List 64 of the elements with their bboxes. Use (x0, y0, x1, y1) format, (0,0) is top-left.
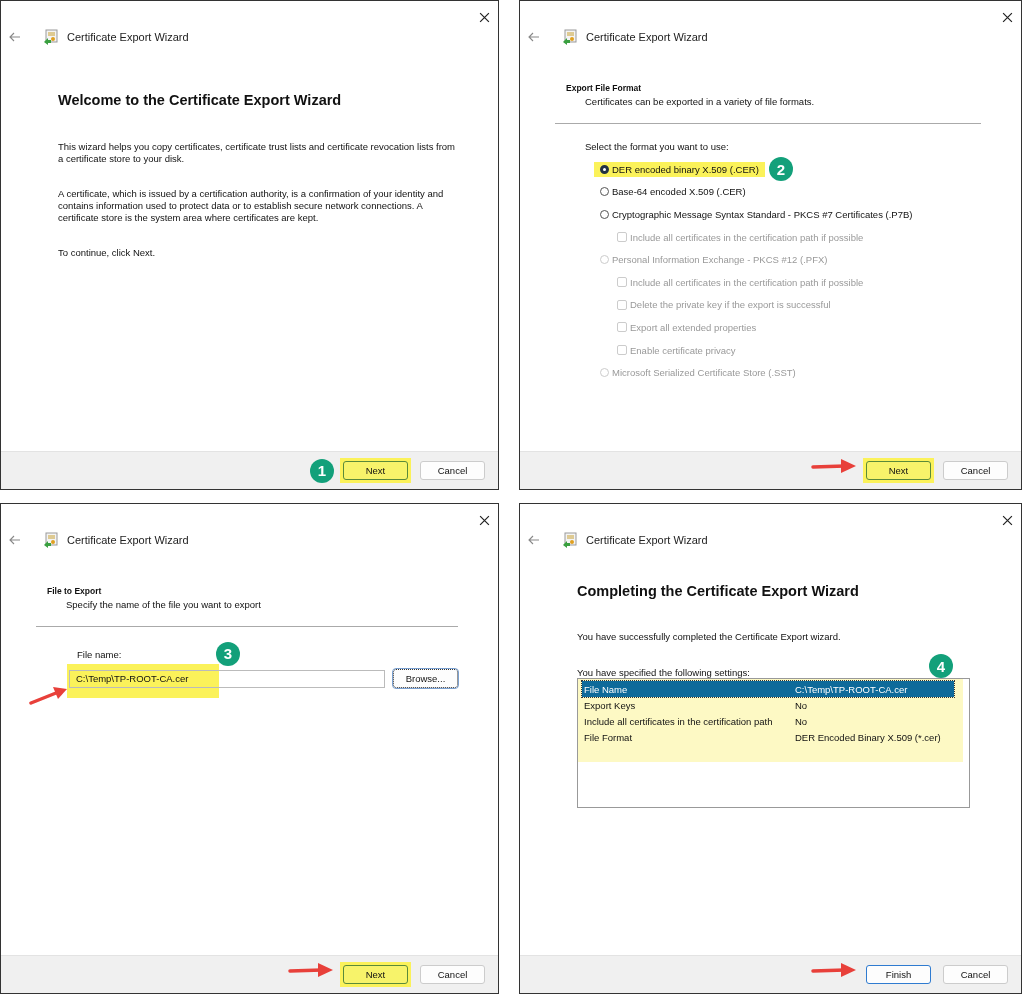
option-label: Enable certificate privacy (630, 344, 736, 356)
option-label: Base-64 encoded X.509 (.CER) (612, 186, 746, 198)
file-name-field[interactable]: C:\Temp\TP-ROOT-CA.cer (69, 669, 385, 688)
setting-value: DER Encoded Binary X.509 (*.cer) (795, 731, 941, 743)
step-badge: 1 (310, 458, 334, 483)
certificate-icon (562, 532, 578, 548)
window-title: Certificate Export Wizard (586, 534, 708, 546)
option-label: Export all extended properties (630, 321, 757, 333)
wizard-button[interactable]: Next (866, 461, 931, 480)
settings-label: You have specified the following settings: (577, 667, 750, 678)
wizard-button[interactable]: Cancel (420, 965, 485, 984)
wizard-button[interactable]: Finish (866, 965, 931, 984)
step-badge: 2 (768, 157, 793, 182)
close-icon[interactable] (1002, 515, 1013, 526)
section-subtitle: Specify the name of the file you want to export (66, 599, 262, 610)
field-label: File name: (77, 649, 122, 660)
radio-button[interactable] (600, 210, 609, 219)
paragraph: A certificate, which is issued by a certification authority, is a confirmation of your identity and contains information used to protect data or to establish secure network connections. A certificate store is the system area where certificates are kept. (58, 188, 445, 224)
setting-name: File Name (584, 683, 629, 695)
step-badge: 3 (216, 641, 240, 666)
wizard-heading: Welcome to the Certificate Export Wizard (58, 92, 343, 108)
option-label: Cryptographic Message Syntax Standard - PKCS #7 Certificates (.P7B) (612, 209, 913, 220)
close-icon[interactable] (479, 515, 490, 526)
setting-name: Include all certificates in the certification path (584, 715, 774, 727)
option-label: Delete the private key if the export is successful (630, 299, 831, 311)
back-arrow-icon[interactable] (528, 535, 540, 545)
setting-value: No (795, 715, 808, 727)
section-title: File to Export (47, 586, 103, 596)
wizard-button[interactable]: Next (343, 965, 408, 984)
option-label: Include all certificates in the certification path if possible (630, 231, 864, 243)
setting-value: C:\Temp\TP-ROOT-CA.cer (795, 683, 908, 695)
wizard-heading: Completing the Certificate Export Wizard (577, 583, 860, 599)
window-title: Certificate Export Wizard (67, 31, 189, 43)
option-label: Personal Information Exchange - PKCS #12 (.PFX) (612, 254, 828, 266)
wizard-button[interactable]: Cancel (943, 461, 1008, 480)
setting-name: Export Keys (584, 699, 637, 711)
section-subtitle: Certificates can be exported in a variety of file formats. (585, 96, 816, 107)
paragraph: To continue, click Next. (58, 247, 157, 259)
setting-value: No (795, 699, 808, 711)
close-icon[interactable] (1002, 12, 1013, 23)
format-prompt: Select the format you want to use: (585, 141, 730, 152)
completion-text: You have successfully completed the Certificate Export wizard. (577, 631, 842, 642)
wizard-button[interactable]: Next (343, 461, 408, 480)
radio-button[interactable] (600, 164, 609, 174)
back-arrow-icon[interactable] (528, 32, 540, 42)
window-title: Certificate Export Wizard (586, 31, 708, 43)
certificate-icon (43, 532, 59, 548)
paragraph: This wizard helps you copy certificates, certificate trust lists and certificate revocation lists from a certificate store to your disk. (58, 141, 457, 165)
option-label: Include all certificates in the certification path if possible (630, 276, 864, 288)
back-arrow-icon[interactable] (9, 32, 21, 42)
option-label: Microsoft Serialized Certificate Store (.SST) (612, 367, 796, 379)
browse-button[interactable]: Browse... (393, 669, 458, 688)
wizard-button[interactable]: Cancel (943, 965, 1008, 984)
close-icon[interactable] (479, 12, 490, 23)
certificate-icon (43, 29, 59, 45)
step-badge: 4 (929, 654, 953, 678)
setting-name: File Format (584, 731, 634, 743)
wizard-button[interactable]: Cancel (420, 461, 485, 480)
option-label: DER encoded binary X.509 (.CER) (612, 163, 759, 175)
back-arrow-icon[interactable] (9, 535, 21, 545)
certificate-icon (562, 29, 578, 45)
section-title: Export File Format (566, 83, 643, 93)
window-title: Certificate Export Wizard (67, 534, 189, 546)
radio-button[interactable] (600, 187, 609, 197)
